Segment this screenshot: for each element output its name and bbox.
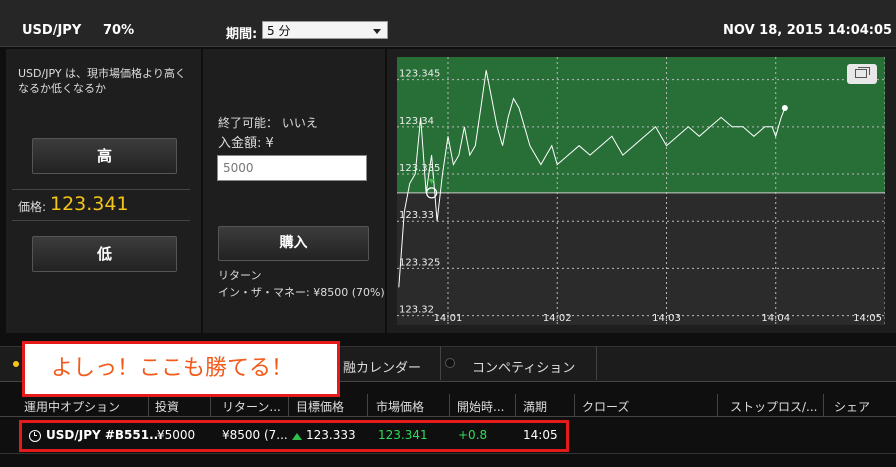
- x-tick-label: 14:01: [434, 313, 463, 324]
- fullscreen-button[interactable]: [847, 64, 877, 84]
- col-investment[interactable]: 投資: [155, 398, 179, 415]
- dot-icon: [445, 358, 455, 368]
- low-button[interactable]: 低: [32, 236, 177, 272]
- col-sep: [515, 394, 516, 416]
- y-tick-label: 123.335: [399, 163, 440, 174]
- col-expiry[interactable]: 満期: [523, 398, 547, 415]
- current-price-point: [781, 104, 788, 111]
- period-select[interactable]: 5 分: [262, 21, 388, 39]
- above-strike-area: [397, 57, 885, 193]
- amount-input[interactable]: [217, 155, 367, 181]
- callout-annotation: よしっ！ここも勝てる！: [22, 341, 340, 397]
- window-icon-back: [858, 67, 870, 75]
- tab-divider: [440, 347, 441, 380]
- period-label: 期間:: [226, 27, 258, 42]
- col-target[interactable]: 目標価格: [296, 398, 344, 415]
- period-select-value: 5 分: [267, 24, 291, 38]
- x-tick-label: 14:02: [543, 313, 572, 324]
- col-sep: [574, 394, 575, 416]
- datetime: NOV 18, 2015 14:04:05: [723, 23, 893, 38]
- chevron-down-icon: [373, 29, 381, 34]
- col-market[interactable]: 市場価格: [376, 398, 424, 415]
- x-tick-label: 14:04: [761, 313, 790, 324]
- col-close[interactable]: クローズ: [582, 398, 629, 415]
- y-tick-label: 123.345: [399, 69, 440, 80]
- active-tab-dot: [13, 361, 19, 367]
- x-tick-label: 14:03: [652, 313, 681, 324]
- col-sep: [367, 394, 368, 416]
- asset-pair: USD/JPY: [22, 23, 82, 38]
- col-sep: [717, 394, 718, 416]
- table-header: 運用中オプション 投資 リターン... 目標価格 市場価格 開始時... 満期 …: [0, 394, 896, 417]
- col-start[interactable]: 開始時...: [457, 398, 504, 415]
- high-button[interactable]: 高: [32, 138, 177, 174]
- col-sep: [288, 394, 289, 416]
- payout-percent: 70%: [103, 23, 135, 38]
- price-label: 価格:: [18, 200, 47, 214]
- below-strike-area: [397, 192, 885, 325]
- in-the-money: イン・ザ・マネー: ¥8500 (70%): [218, 286, 385, 299]
- y-tick-label: 123.325: [399, 257, 440, 268]
- col-option[interactable]: 運用中オプション: [24, 398, 120, 415]
- tab-competition[interactable]: コンペティション: [472, 357, 575, 376]
- col-sep: [823, 394, 824, 416]
- col-sep: [210, 394, 211, 416]
- col-stoploss[interactable]: ストップロス/...: [730, 398, 818, 415]
- tab-calendar[interactable]: 融カレンダー: [343, 357, 421, 376]
- y-tick-label: 123.34: [399, 116, 434, 127]
- tab-divider: [596, 347, 597, 380]
- divider: [12, 189, 190, 190]
- x-tick-label: 14:05: [853, 313, 882, 324]
- col-return[interactable]: リターン...: [222, 398, 281, 415]
- col-sep: [148, 394, 149, 416]
- buy-button[interactable]: 購入: [218, 226, 369, 261]
- price-value: 123.341: [50, 193, 129, 215]
- col-share[interactable]: シェア: [834, 398, 870, 415]
- highlight-box: [19, 420, 569, 452]
- y-tick-label: 123.32: [399, 305, 434, 316]
- y-tick-label: 123.33: [399, 210, 434, 221]
- asset-description: USD/JPY は、現市場価格より高くなるか低くなるか: [18, 67, 186, 95]
- return-label: リターン: [218, 269, 262, 282]
- divider: [12, 220, 190, 221]
- price-chart: 123.32123.325123.33123.335123.34123.345 …: [397, 57, 885, 325]
- close-available: 終了可能： いいえ: [218, 116, 318, 130]
- deposit-label: 入金額: ¥: [218, 136, 274, 151]
- col-sep: [449, 394, 450, 416]
